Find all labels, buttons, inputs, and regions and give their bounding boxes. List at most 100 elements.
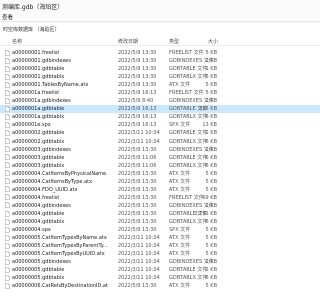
file-date: 2022/3/11 10:34 <box>118 267 160 274</box>
file-row[interactable]: a00000005.gdbtablx 2022/3/11 10:34 GDBTABL… <box>0 274 320 282</box>
file-row[interactable]: a00000006.CatRelsByDestinationID.atx 2022… <box>0 282 320 290</box>
file-icon <box>5 49 10 56</box>
file-icon <box>5 178 10 185</box>
file-row[interactable]: a00000001.gdbtable 2022/5/9 13:30 GDBTABLE… <box>0 65 320 73</box>
file-row[interactable]: a00000001.freelist 2022/5/9 13:30 FREELIST… <box>0 49 320 57</box>
file-icon <box>5 170 10 177</box>
file-row[interactable]: a00000005.CatItemTypesByUUID.atx 2022/3/1… <box>0 250 320 258</box>
file-row[interactable]: a00000002.gdbtable 2022/3/11 10:34 GDBTABL… <box>0 129 320 137</box>
file-size: 1 KB <box>205 58 217 65</box>
address-path: 时空库数据库 （海珀区） <box>3 27 60 33</box>
file-row[interactable]: a0000001e.spx 2022/5/9 16:13 SPX 文件 13 KB <box>0 121 320 129</box>
file-icon <box>5 162 10 169</box>
file-date: 2022/5/9 13:30 <box>118 202 157 209</box>
file-row[interactable]: a00000001.gdbindexes 2022/5/9 13:30 GDBIND… <box>0 57 320 65</box>
file-date: 2022/5/9 13:30 <box>118 74 157 81</box>
file-row[interactable]: a00000004.gdbtable 2022/5/9 13:30 GDBTABLE… <box>0 210 320 218</box>
file-icon <box>5 218 10 225</box>
file-date: 2022/3/11 10:34 <box>118 243 160 250</box>
file-type: GDBTABLE 文件 <box>169 154 208 161</box>
file-name: a00000003.gdbindexes <box>12 146 71 153</box>
file-name: a00000005.CatItemTypesByName.atx <box>12 235 107 242</box>
view-menu[interactable]: 查看 <box>2 13 13 21</box>
file-type: ATX 文件 <box>169 235 191 242</box>
file-name: a00000001.gdbtablx <box>12 74 65 81</box>
column-header-size[interactable]: 大小 <box>208 38 218 45</box>
file-type: ATX 文件 <box>169 170 191 177</box>
file-row[interactable]: a00000004.CatItemsByPhysicalName... 2022/… <box>0 170 320 178</box>
file-name: a00000005.CatItemTypesByUUID.atx <box>12 251 105 258</box>
divider <box>0 21 320 22</box>
file-row[interactable]: a00000004.CatItemsByType.atx 2022/5/9 13:… <box>0 178 320 186</box>
file-date: 2022/5/9 13:30 <box>118 50 157 56</box>
file-row[interactable]: a00000004.gdbtablx 2022/5/9 13:30 GDBTABLX… <box>0 218 320 226</box>
file-date: 2022/5/9 8:40 <box>118 98 154 105</box>
file-name: a00000001.TablesByName.atx <box>12 82 89 89</box>
file-row[interactable]: a00000001.gdbtablx 2022/5/9 13:30 GDBTABLX… <box>0 73 320 81</box>
file-type: GDBTABLE 文件 <box>169 130 208 137</box>
file-row[interactable]: a00000004.gdbindexes 2022/5/9 13:30 GDBIND… <box>0 202 320 210</box>
file-size: 1 KB <box>205 146 217 153</box>
file-row[interactable]: a0000001a.gdbtable 2022/5/9 16:13 GDBTABLE… <box>0 105 320 114</box>
file-row[interactable]: a00000005.CatItemTypesByParentTy... 2022/… <box>0 242 320 250</box>
file-row[interactable]: a00000005.CatItemTypesByName.atx 2022/3/1… <box>0 234 320 242</box>
file-type: FREELIST 文件 <box>169 90 204 97</box>
file-name: a00000001.gdbindexes <box>12 58 71 65</box>
file-type: ATX 文件 <box>169 283 191 290</box>
file-row[interactable]: a00000005.gdbtable 2022/3/11 10:34 GDBTABL… <box>0 266 320 274</box>
file-name: a00000004.CatItemsByPhysicalName... <box>12 170 108 177</box>
file-size: 5 KB <box>205 283 217 290</box>
file-size: 6 KB <box>205 138 217 145</box>
file-icon <box>5 130 10 137</box>
file-row[interactable]: a00000004.FDO_UUID.atx 2022/5/9 13:30 ATX … <box>0 186 320 194</box>
file-icon <box>5 114 10 120</box>
file-row[interactable]: a00000003.gdbtablx 2022/5/9 11:06 GDBTABLX… <box>0 162 320 170</box>
file-size: 2,731 KB <box>194 210 217 217</box>
file-icon <box>5 274 10 281</box>
file-date: 2022/5/9 13:30 <box>118 82 157 89</box>
column-header-name[interactable]: 名称 <box>12 38 22 45</box>
file-row[interactable]: a00000003.gdbtable 2022/5/9 11:06 GDBTABLE… <box>0 154 320 162</box>
file-type: SPX 文件 <box>169 122 191 129</box>
file-row[interactable]: a00000001.TablesByName.atx 2022/5/9 13:30… <box>0 81 320 89</box>
file-date: 2022/5/9 13:30 <box>118 283 157 290</box>
file-date: 2022/3/11 10:34 <box>118 138 160 145</box>
file-row[interactable]: a0000001a.gdbtablx 2022/5/9 16:13 GDBTABLX… <box>0 113 320 121</box>
file-date: 2022/3/11 10:34 <box>118 275 160 282</box>
file-type: ATX 文件 <box>169 243 191 250</box>
file-date: 2022/5/9 16:13 <box>118 106 157 113</box>
file-type: SPX 文件 <box>169 227 191 234</box>
column-header-type[interactable]: 类型 <box>169 38 179 45</box>
file-size: 1 KB <box>205 259 217 266</box>
file-icon <box>5 81 10 88</box>
file-name: a0000001e.spx <box>12 122 51 129</box>
file-row[interactable]: a00000004.spx 2022/5/9 13:30 SPX 文件 5 KB <box>0 226 320 234</box>
file-row[interactable]: a00000002.gdbtablx 2022/3/11 10:34 GDBTABL… <box>0 138 320 146</box>
file-date: 2022/5/9 16:13 <box>118 90 157 97</box>
file-date: 2022/5/9 16:13 <box>118 114 157 121</box>
file-name: a00000004.gdbindexes <box>12 202 71 209</box>
header-divider <box>0 45 320 46</box>
file-date: 2022/3/11 10:34 <box>118 259 160 266</box>
file-name: a00000004.FDO_UUID.atx <box>12 186 78 193</box>
file-size: 1 KB <box>205 202 217 209</box>
file-row[interactable]: a00000003.gdbindexes 2022/5/9 13:30 GDBIND… <box>0 146 320 154</box>
file-row[interactable]: a00000005.gdbindexes 2022/3/11 10:34 GDBIN… <box>0 258 320 266</box>
file-name: a00000004.gdbtablx <box>12 218 65 225</box>
file-type: ATX 文件 <box>169 186 191 193</box>
file-icon <box>5 210 10 217</box>
file-size: 5 KB <box>205 227 217 234</box>
file-row[interactable]: a0000001a.gdbindexes 2022/5/9 8:40 GDBINDE… <box>0 97 320 105</box>
file-row[interactable]: a0000001a.freelist 2022/5/9 16:13 FREELIST… <box>0 89 320 97</box>
column-header-date[interactable]: 修改日期 <box>118 38 138 45</box>
file-name: a00000004.freelist <box>12 194 60 201</box>
file-size: 13 KB <box>202 122 217 129</box>
file-icon <box>5 250 10 257</box>
address-bar[interactable]: 时空库数据库 （海珀区） <box>0 25 320 35</box>
file-type: GDBTABLX 文件 <box>169 162 208 169</box>
file-row[interactable]: a00000004.freelist 2022/5/9 13:30 FREELIST… <box>0 194 320 202</box>
file-icon <box>5 266 10 273</box>
file-date: 2022/3/11 10:34 <box>118 251 160 258</box>
file-size: 6 KB <box>205 114 217 121</box>
title-bar: 测编库.gdb（海珀区） 查看 <box>0 0 320 23</box>
